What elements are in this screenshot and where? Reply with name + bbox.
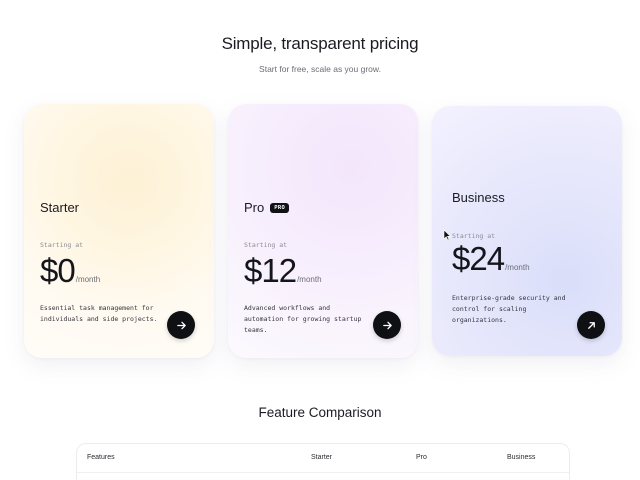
feature-comparison-table: Features Starter Pro Business	[76, 443, 570, 480]
feature-comparison-title: Feature Comparison	[258, 405, 382, 420]
arrow-up-right-icon	[587, 321, 595, 329]
select-pro-button[interactable]	[373, 311, 401, 339]
column-header-starter: Starter	[311, 454, 333, 461]
plan-description: Advanced workflows and automation for gr…	[244, 304, 362, 334]
plan-description: Enterprise-grade security and control fo…	[452, 294, 566, 324]
starting-at-label: Starting at	[40, 241, 84, 249]
plan-name: Starter	[40, 200, 80, 215]
column-header-business: Business	[507, 454, 536, 461]
plan-description: Essential task management for individual…	[40, 304, 158, 323]
page-title: Simple, transparent pricing	[221, 34, 419, 53]
price-row: $0 /month	[40, 252, 100, 290]
price-period: /month	[505, 263, 530, 272]
plan-name: Business	[452, 190, 505, 205]
select-business-button[interactable]	[577, 311, 605, 339]
arrow-right-icon	[176, 321, 186, 329]
pro-badge: PRO	[270, 202, 290, 213]
pricing-page: Simple, transparent pricing Start for fr…	[0, 0, 640, 480]
column-header-features: Features	[87, 454, 115, 461]
plan-card-pro[interactable]: Pro PRO Starting at $12 /month Advanced …	[228, 104, 418, 358]
price-row: $12 /month	[244, 252, 322, 290]
mouse-cursor-icon	[443, 229, 451, 241]
plan-name-row: Pro PRO	[244, 200, 290, 215]
price-row: $24 /month	[452, 240, 530, 278]
plan-price: $12	[244, 252, 297, 289]
starting-at-label: Starting at	[244, 241, 288, 249]
price-period: /month	[297, 275, 322, 284]
plan-card-starter[interactable]: Starter Starting at $0 /month Essential …	[24, 104, 214, 358]
starting-at-label: Starting at	[452, 232, 496, 240]
column-header-pro: Pro	[416, 454, 427, 461]
plan-price: $0	[40, 252, 76, 289]
arrow-right-icon	[382, 321, 392, 329]
select-starter-button[interactable]	[167, 311, 195, 339]
plan-price: $24	[452, 240, 505, 277]
plan-name: Pro	[244, 200, 265, 215]
plan-card-business[interactable]: Business Starting at $24 /month Enterpri…	[432, 106, 622, 356]
page-subtitle: Start for free, scale as you grow.	[259, 64, 381, 74]
header-divider	[77, 472, 569, 473]
price-period: /month	[75, 275, 101, 284]
